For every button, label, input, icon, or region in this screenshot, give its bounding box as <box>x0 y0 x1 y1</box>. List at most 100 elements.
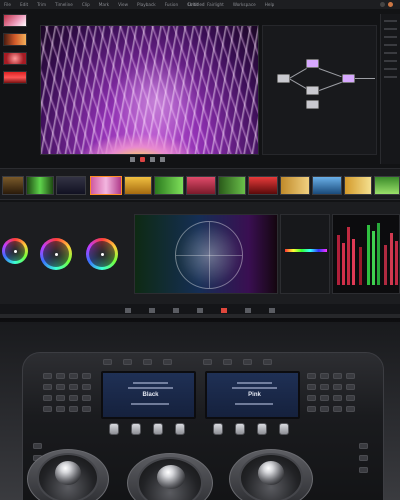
panel-key[interactable] <box>43 373 52 379</box>
panel-key[interactable] <box>43 384 52 390</box>
stop-icon[interactable] <box>140 157 145 162</box>
panel-key[interactable] <box>346 384 355 390</box>
play-icon[interactable] <box>150 157 155 162</box>
page-fairlight-icon[interactable] <box>245 307 251 313</box>
timeline-clip[interactable] <box>344 176 372 195</box>
panel-key[interactable] <box>333 395 342 401</box>
forward-icon[interactable] <box>160 157 165 162</box>
timeline-clip[interactable] <box>248 176 278 195</box>
panel-key[interactable] <box>203 359 212 365</box>
panel-knob[interactable] <box>213 423 223 435</box>
panel-key[interactable] <box>359 455 368 461</box>
panel-key[interactable] <box>143 359 152 365</box>
panel-key[interactable] <box>307 406 316 412</box>
panel-key[interactable] <box>69 395 78 401</box>
panel-key[interactable] <box>56 384 65 390</box>
trackball-center[interactable] <box>137 457 203 500</box>
panel-key[interactable] <box>333 373 342 379</box>
panel-knob[interactable] <box>131 423 141 435</box>
menu-help[interactable]: Help <box>265 0 275 9</box>
panel-key[interactable] <box>263 359 272 365</box>
window-minimize-icon[interactable] <box>380 2 385 7</box>
panel-key[interactable] <box>320 395 329 401</box>
panel-key[interactable] <box>43 395 52 401</box>
timeline-clip[interactable] <box>2 176 24 195</box>
color-wheel-gamma[interactable] <box>40 238 72 270</box>
panel-key[interactable] <box>43 406 52 412</box>
panel-key[interactable] <box>56 373 65 379</box>
menu-workspace[interactable]: Workspace <box>233 0 256 9</box>
timeline-clip[interactable] <box>280 176 310 195</box>
panel-key[interactable] <box>320 373 329 379</box>
media-thumbnail[interactable] <box>3 14 27 27</box>
panel-key[interactable] <box>333 384 342 390</box>
panel-key[interactable] <box>307 395 316 401</box>
panel-key[interactable] <box>243 359 252 365</box>
panel-key[interactable] <box>69 406 78 412</box>
panel-key[interactable] <box>307 373 316 379</box>
panel-key[interactable] <box>69 373 78 379</box>
node[interactable] <box>306 86 319 95</box>
menu-trim[interactable]: Trim <box>37 0 46 9</box>
trackball-left[interactable] <box>37 453 99 500</box>
panel-key[interactable] <box>163 359 172 365</box>
panel-key[interactable] <box>307 384 316 390</box>
menu-fairlight[interactable]: Fairlight <box>207 0 224 9</box>
media-thumbnail[interactable] <box>3 71 27 84</box>
panel-knob[interactable] <box>279 423 289 435</box>
trackball-right[interactable] <box>239 453 303 500</box>
panel-key[interactable] <box>103 359 112 365</box>
panel-key[interactable] <box>346 406 355 412</box>
timeline-clip[interactable] <box>186 176 216 195</box>
panel-key[interactable] <box>320 406 329 412</box>
panel-knob[interactable] <box>153 423 163 435</box>
menu-mark[interactable]: Mark <box>99 0 109 9</box>
panel-key[interactable] <box>333 406 342 412</box>
timeline-clip[interactable] <box>26 176 54 195</box>
node-selected[interactable] <box>342 74 355 83</box>
panel-key[interactable] <box>82 384 91 390</box>
menu-view[interactable]: View <box>118 0 128 9</box>
timeline-clip[interactable] <box>154 176 184 195</box>
panel-knob[interactable] <box>109 423 119 435</box>
page-color-icon[interactable] <box>221 307 227 313</box>
panel-key[interactable] <box>82 373 91 379</box>
panel-key[interactable] <box>320 384 329 390</box>
panel-key[interactable] <box>346 373 355 379</box>
timeline-clip[interactable] <box>374 176 400 195</box>
panel-knob[interactable] <box>175 423 185 435</box>
page-media-icon[interactable] <box>125 307 131 313</box>
color-wheel-lift[interactable] <box>2 238 28 264</box>
panel-key[interactable] <box>82 395 91 401</box>
panel-key[interactable] <box>56 395 65 401</box>
page-edit-icon[interactable] <box>173 307 179 313</box>
timeline-clip[interactable] <box>56 176 86 195</box>
panel-key[interactable] <box>359 467 368 473</box>
menu-playback[interactable]: Playback <box>137 0 156 9</box>
rewind-icon[interactable] <box>130 157 135 162</box>
menu-fusion[interactable]: Fusion <box>165 0 178 9</box>
menu-clip[interactable]: Clip <box>82 0 90 9</box>
menu-edit[interactable]: Edit <box>20 0 28 9</box>
panel-knob[interactable] <box>235 423 245 435</box>
panel-key[interactable] <box>33 443 42 449</box>
timeline-clip[interactable] <box>218 176 246 195</box>
panel-key[interactable] <box>82 406 91 412</box>
panel-key[interactable] <box>69 384 78 390</box>
page-deliver-icon[interactable] <box>269 307 275 313</box>
panel-key[interactable] <box>123 359 132 365</box>
media-thumbnail[interactable] <box>3 52 27 65</box>
timeline-clip[interactable] <box>312 176 342 195</box>
page-fusion-icon[interactable] <box>197 307 203 313</box>
panel-key[interactable] <box>359 443 368 449</box>
node-selected[interactable] <box>306 59 319 68</box>
panel-key[interactable] <box>346 395 355 401</box>
timeline-clip-selected[interactable] <box>90 176 122 195</box>
panel-key[interactable] <box>56 406 65 412</box>
page-cut-icon[interactable] <box>149 307 155 313</box>
menu-file[interactable]: File <box>4 0 11 9</box>
menu-timeline[interactable]: Timeline <box>55 0 73 9</box>
panel-knob[interactable] <box>257 423 267 435</box>
node[interactable] <box>306 100 319 109</box>
window-close-icon[interactable] <box>388 2 393 7</box>
